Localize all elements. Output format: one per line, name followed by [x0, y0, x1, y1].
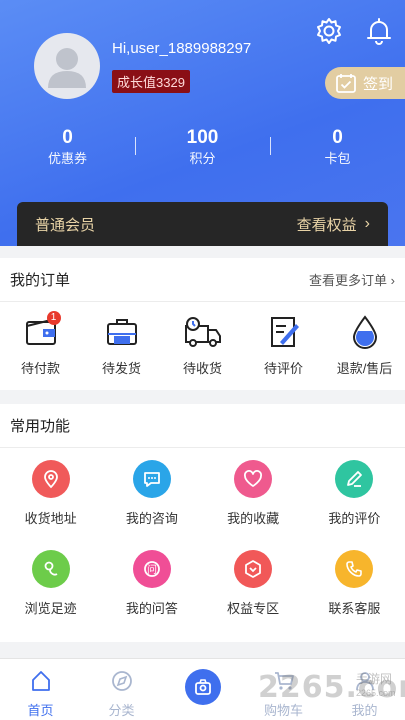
member-bar[interactable]: 普通会员 查看权益 ›	[17, 202, 388, 246]
scan-center-icon	[184, 669, 221, 705]
functions-title: 常用功能	[10, 418, 71, 435]
stat-label: 卡包	[324, 151, 351, 166]
function-label: 联系客服	[328, 601, 381, 616]
tab-center[interactable]	[162, 659, 243, 720]
functions-card: 常用功能 收货地址 我的咨询 我的收藏 我的评价 浏览足迹 问 我的问答 权益专…	[0, 404, 405, 642]
stat-label: 优惠券	[47, 151, 87, 166]
order-pending-review[interactable]: 待评价	[243, 314, 324, 377]
view-all-orders-link[interactable]: 查看更多订单 ›	[309, 270, 395, 289]
orders-card: 我的订单 查看更多订单 › 1 待付款 待发货 待收货 待评价 退款/售后	[0, 258, 405, 390]
svg-text:问: 问	[147, 563, 157, 576]
edit-note-icon	[270, 317, 299, 347]
tab-home[interactable]: 首页	[0, 659, 81, 720]
heart-icon	[234, 460, 273, 498]
function-label: 我的咨询	[125, 511, 178, 526]
signin-button[interactable]: 签到	[325, 67, 405, 99]
briefcase-icon	[106, 319, 137, 345]
order-label: 待付款	[20, 361, 60, 376]
gear-icon[interactable]	[314, 16, 344, 46]
home-icon	[31, 671, 50, 691]
order-pending-payment[interactable]: 1 待付款	[0, 311, 81, 377]
username: Hi,user_1889988297	[112, 40, 252, 57]
function-label: 浏览足迹	[24, 601, 77, 616]
pencil-icon	[335, 460, 374, 498]
functions-grid: 收货地址 我的咨询 我的收藏 我的评价 浏览足迹 问 我的问答 权益专区 联系客…	[0, 448, 405, 640]
order-pending-receipt[interactable]: 待收货	[162, 314, 243, 377]
order-label: 退款/售后	[336, 361, 393, 376]
function-label: 我的评价	[328, 511, 381, 526]
divider	[135, 137, 136, 155]
divider	[270, 137, 271, 155]
question-icon: 问	[132, 550, 171, 588]
function-consult[interactable]: 我的咨询	[101, 460, 202, 550]
tab-category[interactable]: 分类	[81, 659, 162, 720]
chevron-right-icon: ›	[364, 215, 370, 232]
phone-icon	[335, 550, 374, 588]
bell-icon[interactable]	[364, 16, 394, 46]
calendar-check-icon	[336, 74, 356, 93]
tab-label: 分类	[108, 703, 135, 718]
profile-header: Hi,user_1889988297 成长值3329 签到 0 优惠券 100 …	[0, 0, 405, 246]
location-pin-icon	[31, 460, 70, 498]
order-status-row: 1 待付款 待发货 待收货 待评价 退款/售后	[0, 302, 405, 377]
stats-row: 0 优惠券 100 积分 0 卡包	[0, 127, 405, 171]
orders-title: 我的订单	[10, 272, 71, 289]
watermark-subtext: 手游网 2265.com	[356, 672, 396, 700]
function-label: 我的问答	[125, 601, 178, 616]
stat-cards[interactable]: 0 卡包	[270, 127, 405, 171]
order-label: 待评价	[263, 361, 303, 376]
stat-coupons[interactable]: 0 优惠券	[0, 127, 135, 171]
function-qa[interactable]: 问 我的问答	[101, 550, 202, 640]
function-label: 我的收藏	[227, 511, 280, 526]
stat-value: 0	[62, 127, 73, 148]
water-drop-icon	[352, 315, 377, 349]
function-history[interactable]: 浏览足迹	[0, 550, 101, 640]
watermark-sub-bottom: 2265.com	[356, 688, 396, 698]
avatar[interactable]	[34, 33, 100, 99]
user-placeholder-icon	[48, 48, 86, 88]
function-favorites[interactable]: 我的收藏	[203, 460, 304, 550]
stat-points[interactable]: 100 积分	[135, 127, 270, 171]
order-pending-shipment[interactable]: 待发货	[81, 314, 162, 377]
growth-value-badge: 成长值3329	[112, 70, 190, 93]
view-all-orders-label: 查看更多订单	[309, 273, 388, 288]
stat-value: 100	[186, 127, 219, 148]
delivery-truck-icon	[184, 317, 221, 347]
functions-header: 常用功能	[0, 404, 405, 448]
view-rights-link[interactable]: 查看权益 ›	[297, 214, 370, 235]
order-count-badge: 1	[46, 311, 61, 325]
tab-label: 首页	[27, 703, 54, 718]
function-support[interactable]: 联系客服	[304, 550, 405, 640]
stat-value: 0	[332, 127, 343, 148]
function-reviews[interactable]: 我的评价	[304, 460, 405, 550]
order-label: 待收货	[182, 361, 222, 376]
order-label: 待发货	[101, 361, 141, 376]
function-rights[interactable]: 权益专区	[203, 550, 304, 640]
orders-header: 我的订单 查看更多订单 ›	[0, 258, 405, 302]
compass-icon	[111, 671, 132, 691]
watermark-sub-top: 手游网	[356, 672, 393, 686]
chat-icon	[132, 460, 171, 498]
signin-label: 签到	[363, 75, 394, 93]
order-refund[interactable]: 退款/售后	[324, 314, 405, 377]
stat-label: 积分	[189, 151, 216, 166]
function-label: 权益专区	[227, 601, 280, 616]
member-level: 普通会员	[35, 216, 96, 234]
function-address[interactable]: 收货地址	[0, 460, 101, 550]
footprint-icon	[31, 550, 70, 588]
shield-icon	[234, 550, 273, 588]
function-label: 收货地址	[24, 511, 77, 526]
view-rights-label: 查看权益	[296, 216, 357, 234]
